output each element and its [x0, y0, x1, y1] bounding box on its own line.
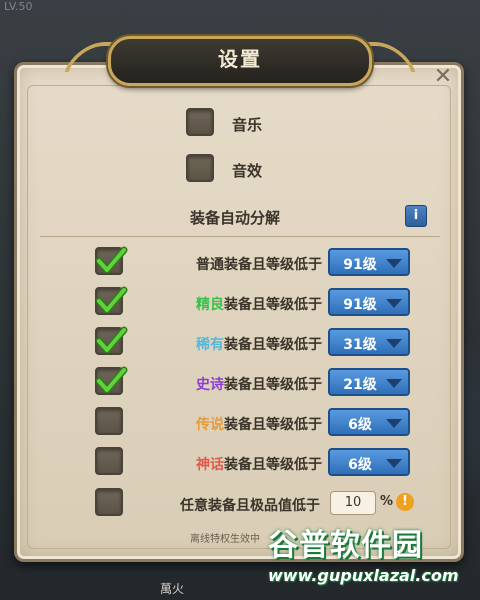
level-value: 31级 [343, 337, 377, 353]
decompose-row-label: 神话装备且等级低于 [170, 454, 322, 474]
background-bottom-text: 萬火 [160, 582, 185, 596]
page-title: 设置 [218, 47, 262, 71]
quality-name: 普通 [196, 257, 224, 273]
chevron-down-icon [386, 259, 402, 268]
level-value: 91级 [343, 257, 377, 273]
decompose-row-label: 传说装备且等级低于 [170, 414, 322, 434]
quality-name: 传说 [196, 417, 224, 433]
quality-value-input[interactable]: 10 [330, 491, 376, 515]
section-divider [40, 236, 440, 237]
info-button[interactable]: i [405, 205, 427, 227]
quality-name: 史诗 [196, 377, 224, 393]
quality-name: 神话 [196, 457, 224, 473]
condition-text: 装备且等级低于 [224, 257, 322, 273]
quality-value-label: 任意装备且极品值低于 [180, 498, 320, 514]
level-dropdown[interactable]: 31级 [328, 328, 410, 356]
level-dropdown[interactable]: 91级 [328, 248, 410, 276]
close-icon[interactable]: ✕ [430, 64, 456, 90]
percent-unit: % [380, 494, 394, 509]
background-level-text: LV.50 [4, 0, 33, 13]
decompose-row-label: 精良装备且等级低于 [170, 294, 322, 314]
level-value: 6级 [348, 457, 372, 473]
checkmark-icon [95, 286, 128, 314]
condition-text: 装备且等级低于 [224, 297, 322, 313]
quality-value-checkbox[interactable] [95, 488, 123, 516]
condition-text: 装备且等级低于 [224, 457, 322, 473]
decompose-row-label: 史诗装备且等级低于 [170, 374, 322, 394]
level-dropdown[interactable]: 21级 [328, 368, 410, 396]
auto-decompose-title: 装备自动分解 [190, 209, 281, 227]
panel-inner-border [27, 85, 451, 549]
chevron-down-icon [386, 299, 402, 308]
decompose-checkbox[interactable] [95, 246, 128, 275]
offline-privilege-note: 离线特权生效中 [190, 534, 260, 545]
music-checkbox[interactable] [186, 108, 214, 136]
music-label: 音乐 [232, 116, 263, 134]
warning-icon[interactable]: ! [396, 493, 414, 511]
checkmark-icon [95, 326, 128, 354]
decompose-checkbox[interactable] [95, 326, 128, 355]
chevron-down-icon [386, 459, 402, 468]
decompose-checkbox[interactable] [95, 286, 128, 315]
decompose-row-label: 普通装备且等级低于 [170, 254, 322, 274]
chevron-down-icon [386, 419, 402, 428]
sound-effect-label: 音效 [232, 162, 263, 180]
condition-text: 装备且等级低于 [224, 377, 322, 393]
decompose-checkbox[interactable] [95, 447, 123, 475]
level-value: 21级 [343, 377, 377, 393]
decompose-row-label: 稀有装备且等级低于 [170, 334, 322, 354]
level-value: 91级 [343, 297, 377, 313]
decompose-checkbox[interactable] [95, 407, 123, 435]
chevron-down-icon [386, 379, 402, 388]
checkmark-icon [95, 246, 128, 274]
condition-text: 装备且等级低于 [224, 337, 322, 353]
level-value: 6级 [348, 417, 372, 433]
checkmark-icon [95, 366, 128, 394]
quality-name: 精良 [196, 297, 224, 313]
level-dropdown[interactable]: 91级 [328, 288, 410, 316]
level-dropdown[interactable]: 6级 [328, 448, 410, 476]
watermark-url: www.gupuxlazal.com [268, 566, 459, 585]
condition-text: 装备且等级低于 [224, 417, 322, 433]
decompose-checkbox[interactable] [95, 366, 128, 395]
watermark-brand: 谷普软件园 [268, 528, 423, 563]
level-dropdown[interactable]: 6级 [328, 408, 410, 436]
quality-name: 稀有 [196, 337, 224, 353]
chevron-down-icon [386, 339, 402, 348]
sound-effect-checkbox[interactable] [186, 154, 214, 182]
